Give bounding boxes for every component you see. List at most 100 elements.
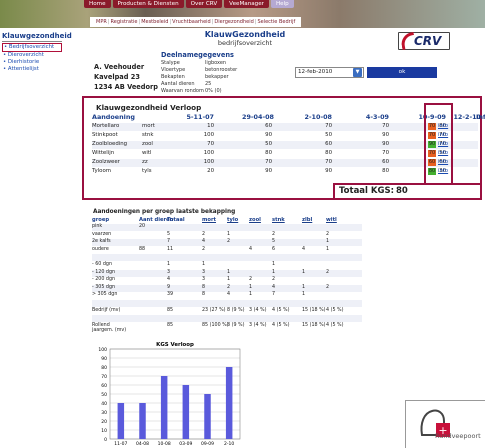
aandoeningen-header-cell[interactable]: tylo <box>227 217 238 223</box>
deelname-key: Aantal dieren <box>161 80 195 87</box>
verloop-title: Klauwgezondheid Verloop <box>96 103 202 112</box>
aandoeningen-cell: 3 (4 %) <box>249 322 267 328</box>
aandoeningen-cell: 1 <box>302 284 306 290</box>
nav-veemanager[interactable]: VeeManager <box>224 0 269 8</box>
aandoeningen-cell: 85 <box>167 322 174 328</box>
chart-xtick-label: 09-09 <box>201 441 214 447</box>
aandoeningen-header-cell: groep <box>92 217 110 223</box>
aandoeningen-cell: 2 <box>272 231 276 237</box>
aandoeningen-cell: 4 (5 %) <box>272 307 290 313</box>
aandoeningen-cell: 8 (9 %) <box>227 307 245 313</box>
aandoeningen-cell: 2 <box>326 231 330 237</box>
verloop-value: 100 <box>203 132 214 138</box>
subnav-mpr[interactable]: MPR <box>96 19 107 25</box>
chart-xtick-label: 10-08 <box>158 441 171 447</box>
subnav-diergezondheid[interactable]: Diergezondheid <box>214 19 253 25</box>
kgs-chart: KGS Verloop 0 10 20 30 40 50 60 70 80 90 100 11-07 04… <box>98 342 241 447</box>
aandoeningen-cell: pink <box>92 224 103 229</box>
deelname-title: Deelnamegegevens <box>161 51 234 59</box>
aandoeningen-header-cell[interactable]: stnk <box>272 217 285 223</box>
aandoeningen-header-cell[interactable]: witl <box>326 217 337 223</box>
deelname-value: 0% (0) <box>205 87 222 94</box>
aandoeningen-row <box>92 300 362 307</box>
chart-ytick-label: 100 <box>98 347 107 353</box>
aandoeningen-cell: 2 <box>202 246 206 252</box>
chart-ytick-label: 20 <box>101 419 107 425</box>
sidebar-item-attentielijst[interactable]: • Attentielijst <box>2 66 62 73</box>
chart-ytick-label: 90 <box>101 356 107 362</box>
aandoeningen-cell: 4 (5 %) <box>326 307 344 313</box>
verloop-value: 90 <box>382 141 389 147</box>
nav-help[interactable]: Help <box>270 0 294 8</box>
chart-ytick-label: 0 <box>104 437 107 443</box>
ok-button[interactable]: ok <box>367 67 437 78</box>
aandoeningen-cell: 15 (18 %) <box>302 307 326 313</box>
aandoeningen-cell: 4 <box>302 246 306 252</box>
verloop-value: 100 <box>203 159 214 165</box>
aandoeningen-cell: 4 (5 %) <box>272 322 290 328</box>
nav-producten-diensten[interactable]: Producten & Diensten <box>112 0 184 8</box>
rundveepoort-logo: + <box>405 400 485 448</box>
subnav-selectie-bedrijf[interactable]: Selectie Bedrijf <box>257 19 295 25</box>
aandoeningen-row: - 60 dgn 1 1 1 <box>92 262 362 269</box>
sidebar-item-dierhistorie[interactable]: • Dierhistorie <box>2 59 62 66</box>
subnav-vruchtbaarheid[interactable]: Vruchtbaarheid <box>172 19 211 25</box>
nav-over-crv[interactable]: Over CRV <box>185 0 223 8</box>
verloop-value: 70 <box>265 159 272 165</box>
verloop-row: Zoolbloeding zool 70 50 60 90 70 90 info <box>92 141 478 149</box>
aandoeningen-header-cell[interactable]: zlbl <box>302 217 312 223</box>
aandoeningen-cell: 4 <box>272 284 276 290</box>
sidebar-item-bedrijfsoverzicht[interactable]: • Bedrijfsoverzicht <box>2 43 62 52</box>
chevron-down-icon[interactable]: ▼ <box>353 68 362 77</box>
aandoeningen-cell: - 120 dgn <box>92 269 116 275</box>
aandoeningen-cell: 85 (100 %) <box>202 322 229 328</box>
aandoeningen-row: - 120 dgn 3 3 1 1 1 2 <box>92 269 362 277</box>
chart-ytick-label: 30 <box>101 410 107 416</box>
crv-logo-text: CRV <box>414 34 442 48</box>
aandoeningen-cell: 8 <box>202 284 206 290</box>
verloop-value: 70 <box>382 123 389 129</box>
aandoeningen-cell: oudere <box>92 246 109 252</box>
aandoeningen-cell: 1 <box>167 262 171 267</box>
client-street: Kavelpad 23 <box>94 73 140 81</box>
verloop-value: 90 <box>265 168 272 174</box>
aandoeningen-cell: 2 <box>227 284 231 290</box>
top-navigation: Home Producten & Diensten Over CRV VeeMa… <box>84 0 294 9</box>
aandoeningen-row <box>92 254 362 262</box>
deelname-row: Aantal dieren 25 <box>161 81 237 88</box>
aandoeningen-row <box>92 315 362 323</box>
subnav-mestbeleid[interactable]: Mestbeleid <box>141 19 168 25</box>
aandoeningen-cell: 3 (4 %) <box>249 307 267 313</box>
totaal-value: 80 <box>396 186 408 196</box>
aandoeningen-cell: 8 (9 %) <box>227 322 245 328</box>
aandoeningen-cell: 3 <box>202 277 206 283</box>
aandoeningen-title: Aandoeningen per groep laatste bekapping <box>93 209 236 215</box>
subnav-registratie[interactable]: Registratie <box>111 19 138 25</box>
sidebar-divider <box>2 41 62 42</box>
aandoeningen-cell: 88 <box>139 246 146 252</box>
aandoeningen-cell: 15 (18 %) <box>302 322 326 328</box>
info-column-highlight <box>424 103 453 188</box>
verloop-value: 60 <box>382 159 389 165</box>
aandoeningen-header-cell[interactable]: zool <box>249 217 261 223</box>
chart-ytick-label: 60 <box>101 383 107 389</box>
aandoeningen-header-cell[interactable]: mort <box>202 217 216 223</box>
deelname-key: Bekapten <box>161 73 185 80</box>
verloop-header-row: Aandoening 5-11-07 29-04-08 2-10-08 4-3-09 10… <box>92 113 485 122</box>
aandoeningen-cell: 2 <box>202 231 206 237</box>
aandoeningen-cell: 2 <box>227 239 231 245</box>
verloop-header-cell: Info <box>476 113 485 121</box>
verloop-header-cell: 4-3-09 <box>365 113 389 121</box>
aandoeningen-cell: 11 <box>167 246 174 252</box>
nav-home[interactable]: Home <box>84 0 111 8</box>
aandoeningen-cell: 85 <box>167 307 174 313</box>
aandoeningen-cell: - 60 dgn <box>92 262 113 267</box>
verloop-value: 90 <box>382 132 389 138</box>
aandoeningen-cell: 23 (27 %) <box>202 307 226 313</box>
verloop-value: 70 <box>325 159 332 165</box>
verloop-value: 90 <box>265 132 272 138</box>
aandoeningen-cell: 3 <box>202 269 206 275</box>
aandoeningen-cell: 1 <box>326 239 330 245</box>
sidebar-item-dieroverzicht[interactable]: • Dieroverzicht <box>2 52 62 59</box>
aandoening-code: witl <box>142 150 152 156</box>
